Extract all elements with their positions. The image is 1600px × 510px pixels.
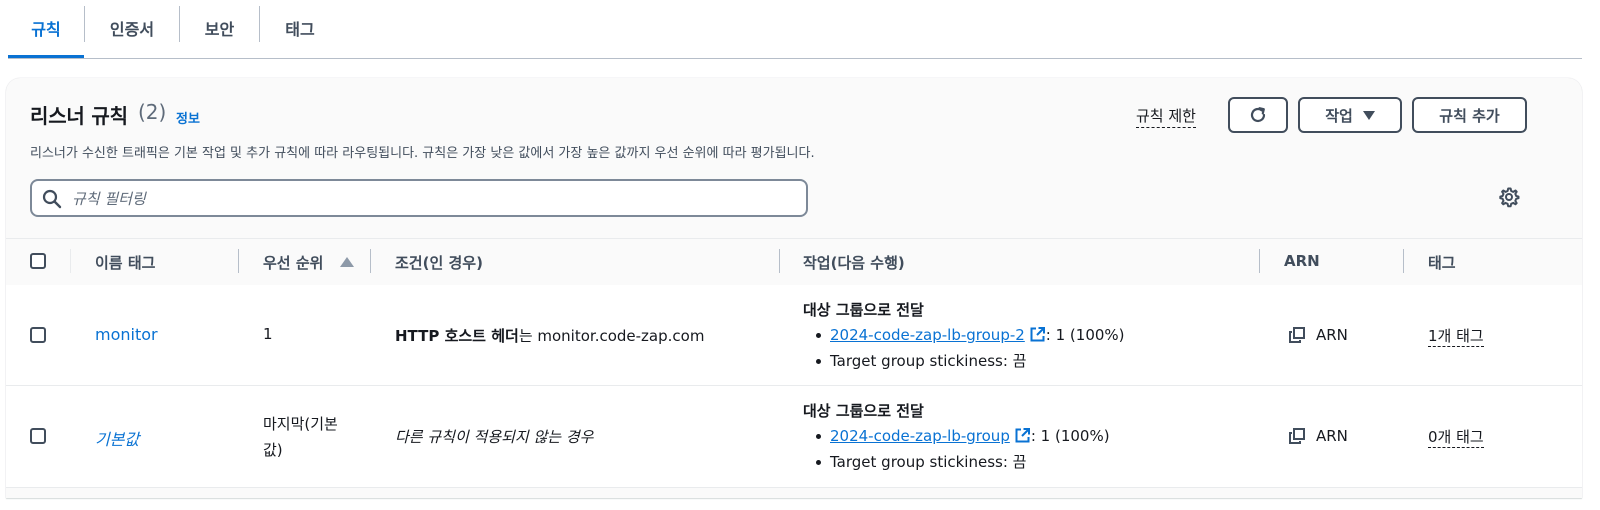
actions-dropdown-button[interactable]: 작업 xyxy=(1298,97,1402,133)
column-divider[interactable] xyxy=(238,249,239,273)
panel-title: 리스너 규칙 xyxy=(30,104,128,128)
row-checkbox[interactable] xyxy=(30,428,46,444)
sort-ascending-icon xyxy=(340,257,354,267)
filter-search-box xyxy=(30,179,808,217)
action-details: 2024-code-zap-lb-group : 1 (100%) Target … xyxy=(816,423,1110,475)
panel-description: 리스너가 수신한 트래픽은 기본 작업 및 추가 규칙에 따라 라우팅됩니다. … xyxy=(30,146,815,161)
target-group-link[interactable]: 2024-code-zap-lb-group-2 xyxy=(830,326,1025,344)
arn-label: ARN xyxy=(1316,326,1348,344)
column-divider[interactable] xyxy=(1403,249,1404,273)
target-group-link[interactable]: 2024-code-zap-lb-group xyxy=(830,427,1010,445)
table-row: monitor 1 HTTP 호스트 헤더는 monitor.code-zap.… xyxy=(6,285,1582,386)
add-rule-button[interactable]: 규칙 추가 xyxy=(1412,97,1527,133)
select-all-checkbox[interactable] xyxy=(30,253,46,269)
tab-tags[interactable]: 태그 xyxy=(260,0,340,56)
rule-name-link[interactable]: 기본값 xyxy=(95,426,139,450)
list-item: Target group stickiness: 끔 xyxy=(816,348,1125,374)
action-title: 대상 그룹으로 전달 xyxy=(803,301,924,319)
stickiness-text: Target group stickiness: 끔 xyxy=(830,352,1027,370)
search-icon xyxy=(42,189,62,209)
action-details: 2024-code-zap-lb-group-2 : 1 (100%) Targe… xyxy=(816,322,1125,374)
table-row: 기본값 마지막(기본값) 다른 규칙이 적용되지 않는 경우 대상 그룹으로 전… xyxy=(6,386,1582,488)
external-link-icon[interactable] xyxy=(1014,427,1031,444)
external-link-icon[interactable] xyxy=(1029,326,1046,343)
priority-line: 값) xyxy=(263,441,283,459)
tab-bar: 규칙 인증서 보안 태그 xyxy=(8,0,1582,59)
row-checkbox[interactable] xyxy=(30,327,46,343)
column-divider[interactable] xyxy=(779,249,780,273)
actions-label: 작업 xyxy=(1325,106,1353,125)
gear-icon[interactable] xyxy=(1498,186,1520,208)
arn-label: ARN xyxy=(1316,427,1348,445)
tab-rules[interactable]: 규칙 xyxy=(8,0,84,58)
refresh-button[interactable] xyxy=(1228,97,1288,133)
column-divider[interactable] xyxy=(1259,249,1260,273)
tag-count-link[interactable]: 1개 태그 xyxy=(1428,325,1484,347)
list-item: Target group stickiness: 끔 xyxy=(816,449,1110,475)
refresh-icon xyxy=(1250,107,1266,123)
caret-down-icon xyxy=(1362,110,1375,120)
tab-security[interactable]: 보안 xyxy=(180,0,259,56)
condition-value: 는 monitor.code-zap.com xyxy=(518,327,705,345)
copy-icon xyxy=(1289,428,1305,444)
copy-arn-button[interactable]: ARN xyxy=(1288,427,1348,445)
tab-certificates[interactable]: 인증서 xyxy=(85,0,179,56)
list-item: 2024-code-zap-lb-group-2 : 1 (100%) xyxy=(816,322,1125,348)
rule-condition: 다른 규칙이 적용되지 않는 경우 xyxy=(395,428,594,446)
column-divider xyxy=(70,249,71,273)
tag-count-link[interactable]: 0개 태그 xyxy=(1428,426,1484,448)
copy-arn-button[interactable]: ARN xyxy=(1288,326,1348,344)
copy-icon xyxy=(1289,327,1305,343)
column-header-actions[interactable]: 작업(다음 수행) xyxy=(803,252,905,273)
rule-priority: 마지막(기본값) xyxy=(263,411,338,463)
target-weight: : 1 (100%) xyxy=(1030,427,1110,445)
stickiness-text: Target group stickiness: 끔 xyxy=(830,453,1027,471)
rule-name-link[interactable]: monitor xyxy=(95,325,158,344)
priority-line: 마지막(기본 xyxy=(263,415,338,433)
column-header-priority[interactable]: 우선 순위 xyxy=(263,252,323,273)
column-header-arn[interactable]: ARN xyxy=(1284,252,1320,270)
column-header-tags[interactable]: 태그 xyxy=(1428,252,1456,273)
rule-priority: 1 xyxy=(263,325,273,343)
column-header-name[interactable]: 이름 태그 xyxy=(95,252,155,273)
listener-rules-panel: 리스너 규칙 (2) 정보 리스너가 수신한 트래픽은 기본 작업 및 추가 규… xyxy=(6,78,1582,498)
rule-filter-input[interactable] xyxy=(70,187,794,211)
column-divider[interactable] xyxy=(370,249,371,273)
rule-condition: HTTP 호스트 헤더는 monitor.code-zap.com xyxy=(395,325,704,346)
table-header: 이름 태그 우선 순위 조건(인 경우) 작업(다음 수행) ARN 태그 xyxy=(6,238,1582,286)
column-header-conditions[interactable]: 조건(인 경우) xyxy=(395,252,483,273)
rule-count: (2) xyxy=(138,100,167,124)
condition-type: HTTP 호스트 헤더 xyxy=(395,327,519,345)
target-weight: : 1 (100%) xyxy=(1045,326,1125,344)
rule-limit-link[interactable]: 규칙 제한 xyxy=(1136,105,1196,128)
info-link[interactable]: 정보 xyxy=(176,108,200,127)
list-item: 2024-code-zap-lb-group : 1 (100%) xyxy=(816,423,1110,449)
action-title: 대상 그룹으로 전달 xyxy=(803,402,924,420)
